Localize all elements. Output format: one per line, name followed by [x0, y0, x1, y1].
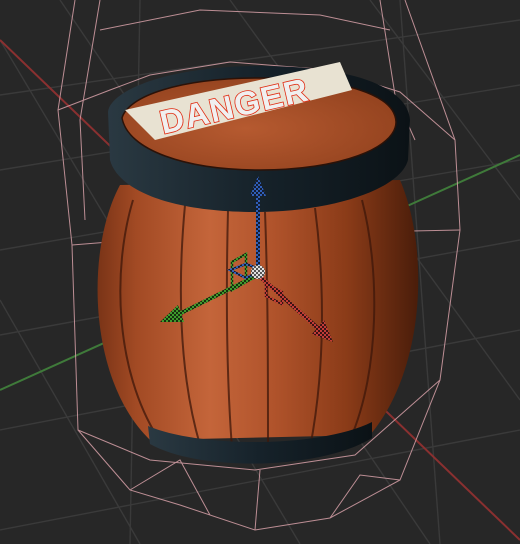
3d-viewport[interactable]: DANGER [0, 0, 520, 544]
gizmo-center-handle[interactable] [251, 265, 265, 279]
viewport-canvas[interactable]: DANGER [0, 0, 520, 544]
